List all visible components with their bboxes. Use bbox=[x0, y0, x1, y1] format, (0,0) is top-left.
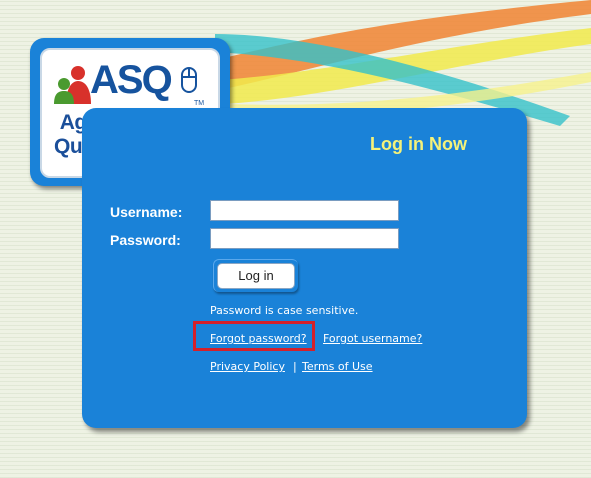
terms-of-use-link[interactable]: Terms of Use bbox=[302, 360, 373, 373]
login-button-label[interactable]: Log in bbox=[217, 263, 295, 289]
people-icon bbox=[54, 66, 91, 104]
logo-wordmark: ASQ bbox=[90, 58, 173, 102]
case-sensitive-hint: Password is case sensitive. bbox=[210, 304, 359, 317]
password-input[interactable] bbox=[210, 228, 399, 249]
trademark-mark: TM bbox=[194, 100, 205, 107]
link-separator: | bbox=[293, 360, 297, 373]
forgot-username-link[interactable]: Forgot username? bbox=[323, 332, 422, 345]
privacy-policy-link[interactable]: Privacy Policy bbox=[210, 360, 285, 373]
login-button[interactable]: Log in bbox=[213, 259, 298, 292]
forgot-password-highlight bbox=[193, 321, 315, 351]
login-panel: Log in Now Username: Password: Log in Pa… bbox=[82, 108, 527, 428]
username-label: Username: bbox=[110, 204, 183, 220]
login-title: Log in Now bbox=[370, 134, 467, 154]
username-input[interactable] bbox=[210, 200, 399, 221]
computer-mouse-icon bbox=[181, 67, 197, 93]
password-label: Password: bbox=[110, 232, 181, 248]
